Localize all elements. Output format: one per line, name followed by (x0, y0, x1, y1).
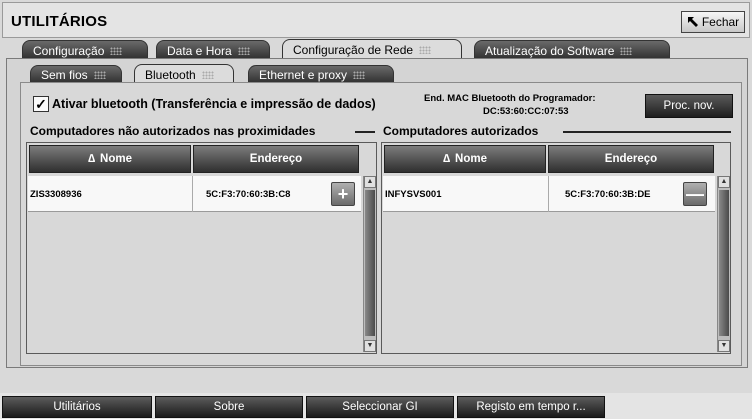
tab-data-hora[interactable]: Data e Hora (156, 40, 270, 60)
subtab-label: Bluetooth (145, 67, 196, 82)
scroll-down-icon[interactable]: ▼ (364, 340, 376, 352)
scroll-down-icon[interactable]: ▼ (718, 340, 730, 352)
cell-divider (192, 176, 193, 212)
cell-divider (548, 176, 549, 212)
device-address: 5C:F3:70:60:3B:C8 (206, 188, 291, 200)
section-divider (563, 131, 731, 133)
column-label: Endereço (604, 153, 658, 165)
name-column-header[interactable]: ∆ Nome (29, 145, 191, 173)
column-label: Endereço (249, 153, 303, 165)
subtab-bluetooth[interactable]: Bluetooth (134, 64, 234, 84)
grip-icon (419, 46, 432, 54)
bottom-nav-bar: Utilitários Sobre Seleccionar GI Registo… (0, 393, 752, 419)
nav-seleccionar-gi[interactable]: Seleccionar GI (306, 396, 454, 418)
grip-icon (201, 70, 214, 79)
grip-icon (93, 71, 106, 79)
table-row[interactable]: INFYSVS001 5C:F3:70:60:3B:DE — (383, 176, 715, 212)
grip-icon (237, 46, 250, 55)
close-button[interactable]: Fechar (681, 11, 745, 33)
tab-label: Data e Hora (167, 43, 232, 58)
enable-bluetooth-checkbox[interactable]: ✓ (33, 96, 49, 112)
grip-icon (110, 46, 123, 55)
search-new-button[interactable]: Proc. nov. (645, 94, 733, 118)
tab-configuracao-rede[interactable]: Configuração de Rede (282, 39, 462, 60)
remove-button[interactable]: — (683, 182, 707, 206)
nav-sobre[interactable]: Sobre (155, 396, 303, 418)
device-address: 5C:F3:70:60:3B:DE (565, 188, 651, 200)
address-column-header[interactable]: Endereço (548, 145, 714, 173)
grip-icon (353, 71, 366, 79)
tab-configuracao[interactable]: Configuração (22, 40, 148, 60)
unauthorized-section-title: Computadores não autorizados nas proximi… (30, 124, 316, 138)
plus-icon: + (337, 183, 349, 204)
authorize-button[interactable]: + (331, 182, 355, 206)
grip-icon (620, 46, 633, 55)
enable-bluetooth-label: Ativar bluetooth (Transferência e impres… (52, 97, 376, 111)
sort-ascending-icon: ∆ (443, 153, 451, 165)
table-row[interactable]: ZIS3308936 5C:F3:70:60:3B:C8 + (28, 176, 361, 212)
title-bar: UTILITÁRIOS Fechar (2, 2, 750, 38)
section-divider (355, 131, 375, 133)
scrollbar[interactable]: ▲ ▼ (363, 176, 376, 352)
authorized-section-title: Computadores autorizados (383, 124, 539, 138)
device-name: INFYSVS001 (385, 188, 442, 200)
column-label: Nome (455, 153, 487, 165)
scroll-up-icon[interactable]: ▲ (718, 176, 730, 188)
subtab-label: Ethernet e proxy (259, 68, 348, 82)
close-label: Fechar (701, 15, 740, 29)
name-column-header[interactable]: ∆ Nome (384, 145, 546, 173)
scroll-thumb[interactable] (719, 190, 729, 336)
subtab-label: Sem fios (41, 68, 88, 82)
scroll-thumb[interactable] (365, 190, 375, 336)
minus-icon: — (686, 183, 704, 204)
column-label: Nome (100, 153, 132, 165)
tab-label: Atualização do Software (485, 43, 615, 58)
device-name: ZIS3308936 (30, 188, 82, 200)
scroll-up-icon[interactable]: ▲ (364, 176, 376, 188)
tab-atualizacao-software[interactable]: Atualização do Software (474, 40, 670, 60)
address-column-header[interactable]: Endereço (193, 145, 359, 173)
mac-address-value: DC:53:60:CC:07:53 (483, 106, 569, 117)
tab-label: Configuração de Rede (293, 43, 414, 57)
tab-label: Configuração (33, 43, 105, 58)
checkmark-icon: ✓ (35, 96, 47, 112)
nav-registo-tempo-real[interactable]: Registo em tempo r... (457, 396, 605, 418)
unauthorized-list: ∆ Nome Endereço ZIS3308936 5C:F3:70:60:3… (26, 142, 377, 354)
nav-utilitarios[interactable]: Utilitários (2, 396, 152, 418)
mac-address-label: End. MAC Bluetooth do Programador: (424, 93, 596, 104)
authorized-list: ∆ Nome Endereço INFYSVS001 5C:F3:70:60:3… (381, 142, 731, 354)
app-title: UTILITÁRIOS (11, 13, 108, 30)
scrollbar[interactable]: ▲ ▼ (717, 176, 730, 352)
close-arrow-icon (687, 17, 698, 27)
sort-ascending-icon: ∆ (88, 153, 96, 165)
